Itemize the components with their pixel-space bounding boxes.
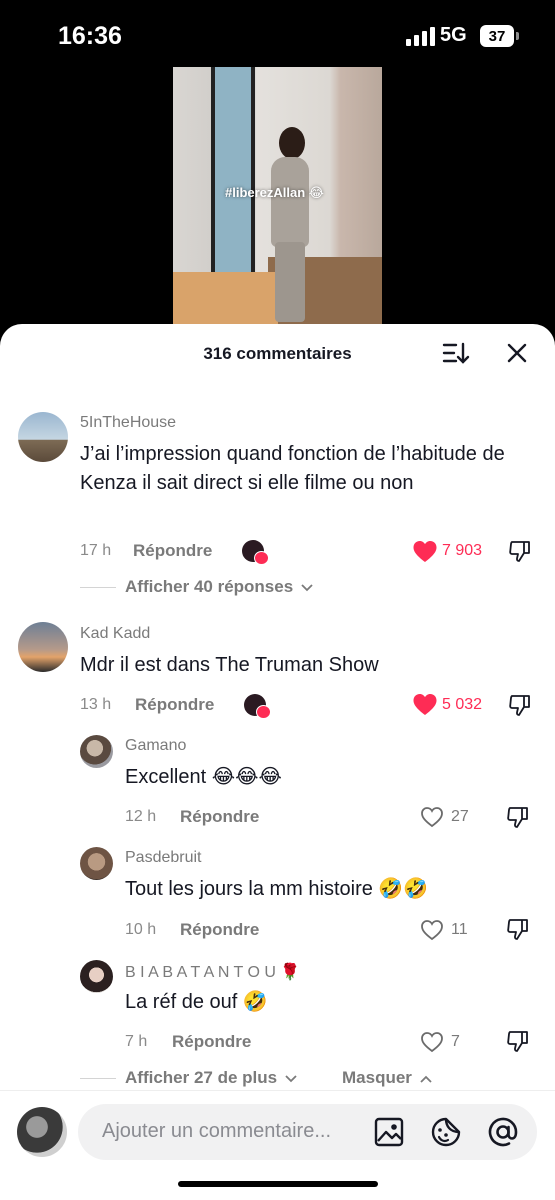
video-scene-desk: [173, 272, 278, 327]
dislike-icon[interactable]: [508, 693, 532, 717]
network-type: 5G: [440, 24, 467, 46]
reply-username[interactable]: B I A B A T A N T O U 🌹: [125, 962, 300, 982]
hide-replies-button[interactable]: Masquer: [342, 1068, 432, 1088]
comment-text: Mdr il est dans The Truman Show: [80, 654, 379, 676]
avatar[interactable]: [80, 735, 113, 768]
heart-outline-icon[interactable]: [420, 1031, 444, 1053]
video-caption: #liberezAllan 😂: [225, 185, 324, 200]
video-scene-door: [211, 67, 255, 277]
like-count: 7 903: [442, 542, 483, 559]
home-indicator: [178, 1181, 378, 1187]
image-icon[interactable]: [374, 1117, 404, 1147]
reply-time: 7 h: [125, 1033, 148, 1050]
video-scene-person: [265, 127, 315, 322]
battery-icon: 37: [480, 25, 514, 47]
heart-filled-icon[interactable]: [412, 693, 438, 716]
sort-icon[interactable]: [442, 341, 470, 365]
like-count: 7: [451, 1033, 460, 1050]
signal-icon: [406, 27, 435, 46]
close-icon[interactable]: [506, 342, 528, 364]
comment-time: 13 h: [80, 696, 112, 713]
dislike-icon[interactable]: [506, 805, 530, 829]
comment-time: 17 h: [80, 542, 112, 559]
heart-outline-icon[interactable]: [420, 919, 444, 941]
reply-button[interactable]: Répondre: [133, 541, 212, 561]
avatar[interactable]: [18, 622, 68, 672]
hide-label: Masquer: [342, 1068, 412, 1087]
comment-input[interactable]: Ajouter un commentaire...: [78, 1104, 537, 1160]
dislike-icon[interactable]: [506, 1029, 530, 1053]
reply-username[interactable]: Gamano: [125, 737, 186, 755]
dislike-icon[interactable]: [508, 539, 532, 563]
comment-username[interactable]: Kad Kadd: [80, 625, 150, 643]
view-more-label: Afficher 27 de plus: [125, 1068, 278, 1087]
status-bar: 16:36 5G 37: [0, 0, 555, 70]
comment-username[interactable]: 5InTheHouse: [80, 414, 176, 432]
status-time: 16:36: [58, 22, 122, 50]
view-replies-button[interactable]: Afficher 40 réponses: [125, 577, 313, 597]
video-player[interactable]: #liberezAllan 😂: [173, 67, 382, 327]
creator-liked-badge: [244, 694, 271, 719]
avatar[interactable]: [80, 960, 113, 993]
replies-divider: [80, 587, 116, 588]
creator-liked-badge: [242, 540, 269, 565]
heart-filled-icon[interactable]: [412, 540, 438, 563]
comment-text: J’ai l’impression quand fonction de l’ha…: [80, 443, 505, 494]
dislike-icon[interactable]: [506, 917, 530, 941]
heart-outline-icon[interactable]: [420, 806, 444, 828]
reply-time: 10 h: [125, 921, 157, 938]
avatar[interactable]: [80, 847, 113, 880]
battery-level: 37: [488, 27, 506, 45]
chevron-down-icon: [301, 583, 313, 591]
emoji-icon[interactable]: [430, 1116, 462, 1148]
comment-input-placeholder: Ajouter un commentaire...: [102, 1120, 331, 1142]
reply-text: Excellent 😂😂😂: [125, 766, 282, 788]
replies-divider: [80, 1078, 116, 1079]
comments-count-title: 316 commentaires: [203, 344, 352, 363]
reply-text: Tout les jours la mm histoire 🤣🤣: [125, 878, 429, 900]
mention-icon[interactable]: [487, 1116, 519, 1148]
reply-button[interactable]: Répondre: [172, 1032, 251, 1052]
view-replies-label: Afficher 40 réponses: [125, 577, 294, 596]
chevron-down-icon: [285, 1074, 297, 1082]
battery-tip: [516, 32, 519, 40]
like-count: 27: [451, 808, 469, 825]
like-count: 5 032: [442, 696, 483, 713]
reply-text: La réf de ouf 🤣: [125, 991, 268, 1013]
view-more-replies-button[interactable]: Afficher 27 de plus: [125, 1068, 297, 1088]
chevron-up-icon: [420, 1075, 432, 1083]
reply-button[interactable]: Répondre: [180, 920, 259, 940]
comments-sheet: 316 commentaires 5InTheHouse J’ai l’impr…: [0, 324, 555, 1200]
reply-button[interactable]: Répondre: [135, 695, 214, 715]
user-avatar[interactable]: [17, 1107, 67, 1157]
reply-time: 12 h: [125, 808, 157, 825]
avatar[interactable]: [18, 412, 68, 462]
reply-username[interactable]: Pasdebruit: [125, 849, 202, 867]
reply-button[interactable]: Répondre: [180, 807, 259, 827]
like-count: 11: [451, 921, 468, 938]
